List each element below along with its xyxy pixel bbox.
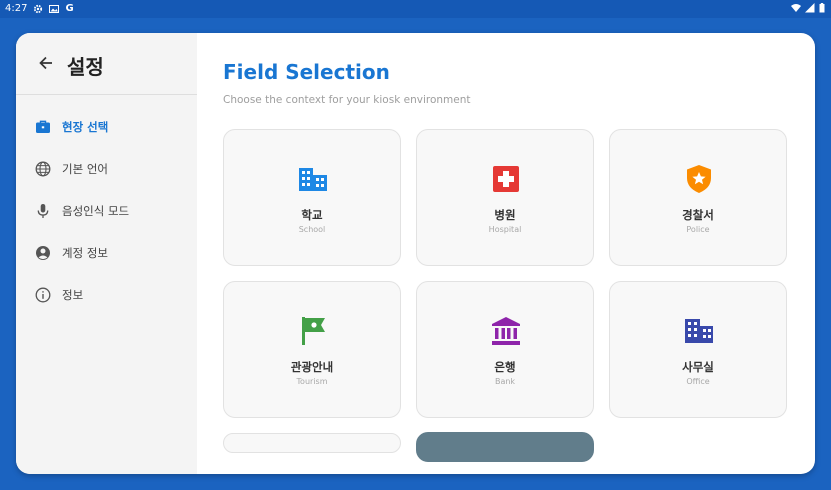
microphone-icon (37, 204, 49, 218)
police-badge-icon (687, 165, 711, 193)
sidebar-item-voice-mode[interactable]: 음성인식 모드 (16, 195, 197, 227)
status-bar: 4:27 G (0, 0, 831, 18)
sidebar-item-default-language[interactable]: 기본 언어 (16, 153, 197, 185)
field-card-selected-partial[interactable] (416, 432, 594, 462)
main-panel: Field Selection Choose the context for y… (197, 33, 815, 474)
field-card-school[interactable]: 학교 School (223, 129, 401, 266)
field-card-police[interactable]: 경찰서 Police (609, 129, 787, 266)
settings-window: 설정 현장 선택 기본 언어 음성인식 모드 계정 정보 정보 Field Se… (16, 33, 815, 474)
field-name: 병원 (494, 208, 516, 222)
wifi-icon (791, 4, 801, 12)
account-circle-icon (36, 246, 50, 260)
field-card-hospital[interactable]: 병원 Hospital (416, 129, 594, 266)
sidebar-item-label: 기본 언어 (62, 162, 108, 176)
page-subtitle: Choose the context for your kiosk enviro… (223, 94, 471, 106)
field-english-name: Police (686, 225, 710, 234)
field-name: 은행 (494, 360, 516, 374)
field-english-name: School (298, 225, 326, 234)
field-name: 경찰서 (682, 208, 714, 222)
office-building-icon (685, 319, 713, 343)
sidebar-item-info[interactable]: 정보 (16, 279, 197, 311)
back-arrow-icon[interactable] (36, 53, 56, 73)
sidebar-item-label: 음성인식 모드 (62, 204, 130, 218)
field-name: 사무실 (682, 360, 714, 374)
gear-icon (34, 4, 43, 13)
field-english-name: Office (686, 377, 710, 386)
field-card-office[interactable]: 사무실 Office (609, 281, 787, 418)
image-icon (49, 4, 60, 13)
field-english-name: Tourism (296, 377, 328, 386)
sidebar: 설정 현장 선택 기본 언어 음성인식 모드 계정 정보 정보 (16, 33, 197, 474)
page-title: Field Selection (223, 60, 390, 84)
field-name: 관광안내 (290, 360, 334, 374)
field-english-name: Hospital (488, 225, 522, 234)
status-time: 4:27 (5, 3, 28, 14)
signal-icon (805, 3, 815, 13)
field-card-partial[interactable] (223, 433, 401, 453)
bank-icon (492, 317, 520, 345)
sidebar-item-label: 정보 (62, 288, 84, 302)
info-icon (35, 287, 51, 303)
flag-icon (302, 317, 325, 345)
field-name: 학교 (301, 208, 323, 222)
briefcase-icon (36, 120, 50, 133)
sidebar-item-account-info[interactable]: 계정 정보 (16, 237, 197, 269)
field-card-bank[interactable]: 은행 Bank (416, 281, 594, 418)
google-g-icon: G (65, 3, 74, 14)
sidebar-item-label: 계정 정보 (62, 246, 108, 260)
field-english-name: Bank (494, 377, 516, 386)
field-card-tourism[interactable]: 관광안내 Tourism (223, 281, 401, 418)
sidebar-item-label: 현장 선택 (62, 120, 109, 134)
school-building-icon (299, 168, 327, 191)
sidebar-item-field-selection[interactable]: 현장 선택 (16, 111, 197, 143)
sidebar-header: 설정 (16, 33, 197, 95)
sidebar-title: 설정 (67, 55, 104, 79)
battery-icon (819, 3, 825, 13)
hospital-cross-icon (493, 166, 519, 192)
globe-icon (35, 161, 51, 177)
